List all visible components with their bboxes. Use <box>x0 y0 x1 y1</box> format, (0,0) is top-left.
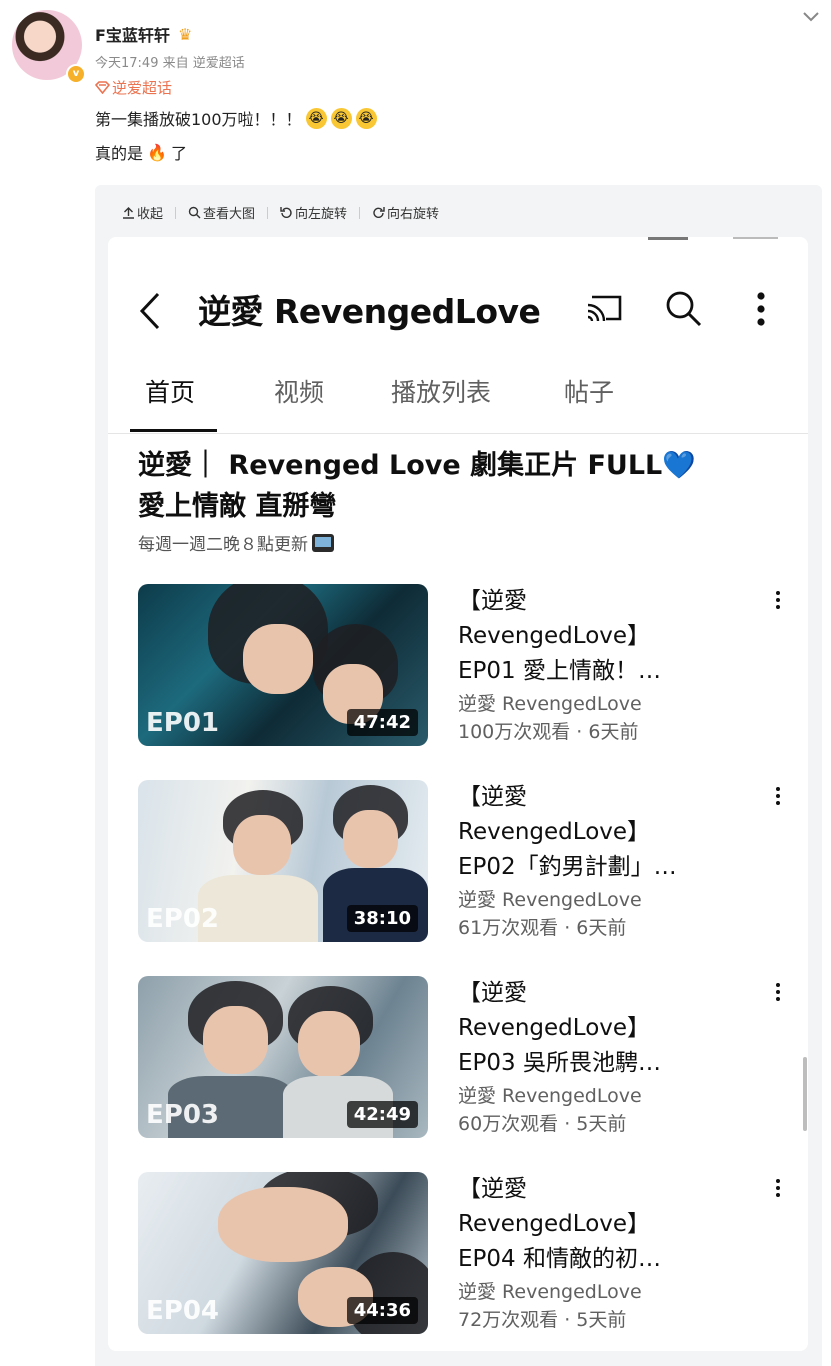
verified-badge-icon: v <box>66 64 86 84</box>
rotate-right-label: 向右旋转 <box>387 207 440 222</box>
episode-label: EP02 <box>146 904 219 934</box>
tv-icon <box>312 533 334 552</box>
magnifier-icon <box>188 206 201 219</box>
more-vert-icon[interactable] <box>756 291 766 327</box>
thumb-face <box>343 810 398 868</box>
video-info: 【逆愛 RevengedLove】 EP01 愛上情敵！… 逆愛 Revenge… <box>458 584 738 747</box>
video-duration: 47:42 <box>346 709 418 736</box>
toolbar-divider <box>359 206 361 219</box>
thumb-face <box>298 1011 360 1077</box>
post-meta: 今天17:49 来自 逆爱超话 <box>95 56 245 71</box>
video-duration: 38:10 <box>346 905 418 932</box>
episode-label: EP01 <box>146 708 219 738</box>
video-info: 【逆愛 RevengedLove】 EP03 吳所畏池騁… 逆愛 Revenge… <box>458 976 738 1139</box>
toolbar-divider <box>175 206 177 219</box>
tab-home[interactable]: 首页 <box>145 373 195 409</box>
more-vert-icon[interactable] <box>768 588 788 616</box>
more-vert-icon[interactable] <box>768 980 788 1008</box>
video-thumbnail[interactable]: EP03 42:49 <box>138 976 428 1138</box>
playlist-title-line1: 逆愛｜ Revenged Love 劇集正片 FULL <box>138 450 663 481</box>
more-vert-icon[interactable] <box>768 1176 788 1204</box>
video-thumbnail[interactable]: EP02 38:10 <box>138 780 428 942</box>
rotate-right-icon <box>373 207 385 219</box>
back-arrow-icon[interactable] <box>138 291 162 331</box>
crying-emoji-icon: 😭 <box>355 107 377 129</box>
topic-label: 逆爱超话 <box>112 79 173 97</box>
post-text-line2: 真的是 🔥 了 <box>95 140 815 164</box>
image-toolbar: 收起 查看大图 向左旋转 向右旋转 <box>122 203 439 222</box>
app-bar: 逆愛 RevengedLove <box>108 285 808 335</box>
collapse-icon <box>123 207 134 219</box>
channel-title: 逆愛 RevengedLove <box>198 292 541 331</box>
post-text-line2-before: 真的是 <box>95 144 144 163</box>
tab-posts[interactable]: 帖子 <box>564 373 614 409</box>
playlist-title[interactable]: 逆愛｜ Revenged Love 劇集正片 FULL💙 愛上情敵 直掰彎 <box>138 445 778 527</box>
view-large-button[interactable]: 查看大图 <box>188 203 255 222</box>
post-text-line1: 第一集播放破100万啦！！！ <box>95 110 302 129</box>
video-stats: 100万次观看 · 6天前 <box>458 721 639 743</box>
topic-link[interactable]: 逆爱超话 <box>95 77 815 98</box>
thumb-face <box>203 1006 268 1074</box>
playlist-subtitle: 每週一週二晚８點更新 <box>138 530 334 555</box>
rotate-left-label: 向左旋转 <box>295 207 348 222</box>
rotate-left-icon <box>280 207 292 219</box>
video-title[interactable]: 【逆愛 RevengedLove】 EP02「釣男計劃」… <box>458 780 738 885</box>
fire-icon: 🔥 <box>147 142 167 162</box>
video-duration: 42:49 <box>346 1101 418 1128</box>
episode-label: EP03 <box>146 1100 219 1130</box>
video-channel: 逆愛 RevengedLove <box>458 693 642 715</box>
video-stats: 72万次观看 · 5天前 <box>458 1309 627 1331</box>
post-text: 第一集播放破100万啦！！！ 😭 😭 😭 <box>95 106 815 130</box>
video-thumbnail[interactable]: EP04 44:36 <box>138 1172 428 1334</box>
toolbar-divider <box>267 206 269 219</box>
video-title[interactable]: 【逆愛 RevengedLove】 EP01 愛上情敵！… <box>458 584 738 689</box>
video-thumbnail[interactable]: EP01 47:42 <box>138 584 428 746</box>
image-viewer-panel: 收起 查看大图 向左旋转 向右旋转 逆愛 RevengedLove 首页 视频 … <box>95 185 822 1366</box>
topic-diamond-icon <box>95 81 110 94</box>
video-item[interactable]: EP04 44:36 【逆愛 RevengedLove】 EP04 和情敵的初…… <box>138 1172 788 1334</box>
collapse-button[interactable]: 收起 <box>122 203 163 222</box>
posted-screenshot[interactable]: 逆愛 RevengedLove 首页 视频 播放列表 帖子 逆愛｜ Reveng… <box>108 237 808 1351</box>
tab-playlists[interactable]: 播放列表 <box>391 373 491 409</box>
thumb-face <box>218 1187 348 1262</box>
playlist-title-line2: 愛上情敵 直掰彎 <box>138 491 337 522</box>
thumb-face <box>233 815 291 875</box>
video-channel: 逆愛 RevengedLove <box>458 1281 642 1303</box>
post-text-line2-after: 了 <box>170 144 187 163</box>
cast-icon[interactable] <box>586 291 626 325</box>
username[interactable]: F宝蓝轩轩 <box>95 22 170 46</box>
video-channel: 逆愛 RevengedLove <box>458 1085 642 1107</box>
tab-videos[interactable]: 视频 <box>274 373 324 409</box>
video-stats: 61万次观看 · 6天前 <box>458 917 627 939</box>
status-bar-fragment <box>733 237 778 239</box>
blue-heart-icon: 💙 <box>662 450 696 481</box>
crying-emoji-icon: 😭 <box>305 107 327 129</box>
status-bar-fragment <box>648 237 688 240</box>
video-channel: 逆愛 RevengedLove <box>458 889 642 911</box>
thumb-face <box>243 624 313 694</box>
video-stats: 60万次观看 · 5天前 <box>458 1113 627 1135</box>
channel-tabs: 首页 视频 播放列表 帖子 <box>108 373 808 434</box>
search-icon[interactable] <box>664 289 704 329</box>
crown-badge-icon: ♛ <box>177 24 193 44</box>
weibo-post: F宝蓝轩轩 ♛ 今天17:49 来自 逆爱超话 逆爱超话 第一集播放破100万啦… <box>95 22 815 164</box>
collapse-label: 收起 <box>137 207 164 222</box>
more-vert-icon[interactable] <box>768 784 788 812</box>
video-item[interactable]: EP01 47:42 【逆愛 RevengedLove】 EP01 愛上情敵！…… <box>138 584 788 746</box>
video-item[interactable]: EP03 42:49 【逆愛 RevengedLove】 EP03 吳所畏池騁…… <box>138 976 788 1138</box>
view-large-label: 查看大图 <box>203 207 256 222</box>
video-info: 【逆愛 RevengedLove】 EP04 和情敵的初… 逆愛 Revenge… <box>458 1172 738 1335</box>
video-title[interactable]: 【逆愛 RevengedLove】 EP03 吳所畏池騁… <box>458 976 738 1081</box>
playlist-subtitle-text: 每週一週二晚８點更新 <box>138 535 308 555</box>
video-title[interactable]: 【逆愛 RevengedLove】 EP04 和情敵的初… <box>458 1172 738 1277</box>
scrollbar[interactable] <box>803 1057 807 1131</box>
crying-emoji-icon: 😭 <box>330 107 352 129</box>
rotate-left-button[interactable]: 向左旋转 <box>280 203 347 222</box>
video-item[interactable]: EP02 38:10 【逆愛 RevengedLove】 EP02「釣男計劃」…… <box>138 780 788 942</box>
rotate-right-button[interactable]: 向右旋转 <box>372 203 439 222</box>
episode-label: EP04 <box>146 1296 219 1326</box>
active-tab-indicator <box>130 429 217 432</box>
video-duration: 44:36 <box>346 1297 418 1324</box>
video-info: 【逆愛 RevengedLove】 EP02「釣男計劃」… 逆愛 Revenge… <box>458 780 738 943</box>
